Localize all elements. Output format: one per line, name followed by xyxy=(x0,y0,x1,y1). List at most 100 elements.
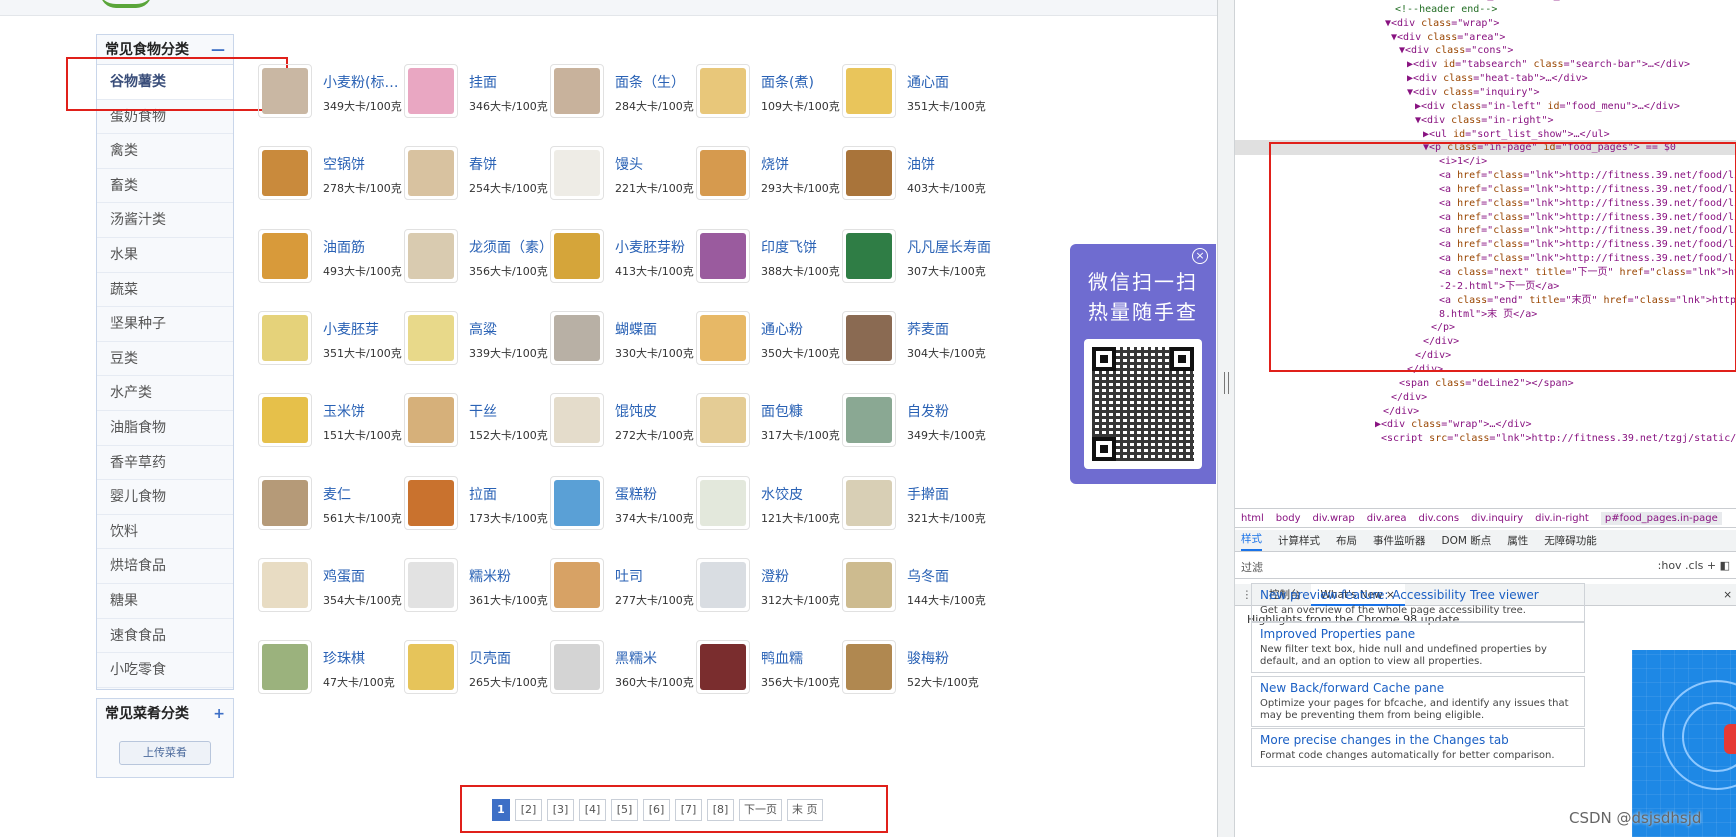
sidebar-item[interactable]: 小吃零食 xyxy=(97,653,233,688)
sidebar-item[interactable]: 禽类 xyxy=(97,134,233,169)
food-item[interactable]: 澄粉 312大卡/100克 xyxy=(696,556,856,620)
dom-node-line[interactable]: -2-2.html">下一页</a> xyxy=(1235,279,1736,294)
styles-subtab[interactable]: DOM 断点 xyxy=(1442,533,1492,548)
dom-node-line[interactable]: </div> xyxy=(1235,362,1736,377)
food-item[interactable]: 自发粉 349大卡/100克 xyxy=(842,391,1002,455)
food-thumbnail[interactable] xyxy=(404,146,458,201)
styles-subtab[interactable]: 属性 xyxy=(1507,533,1528,548)
food-item[interactable]: 吐司 277大卡/100克 xyxy=(550,556,710,620)
food-thumbnail[interactable] xyxy=(696,310,750,365)
food-thumbnail[interactable] xyxy=(842,228,896,283)
food-item[interactable]: 小麦胚芽 351大卡/100克 xyxy=(258,309,418,373)
dom-node-line[interactable]: <a href="class="lnk">http://fitness.39.n… xyxy=(1235,182,1736,197)
food-thumbnail[interactable] xyxy=(550,393,604,448)
breadcrumb-item[interactable]: body xyxy=(1276,513,1301,524)
site-logo[interactable] xyxy=(100,0,152,8)
food-name-link[interactable]: 黑糯米 xyxy=(615,648,699,668)
dom-node-line[interactable]: </div> xyxy=(1235,348,1736,363)
close-drawer-icon[interactable]: × xyxy=(1723,589,1732,601)
food-thumbnail[interactable] xyxy=(404,310,458,365)
food-item[interactable]: 蝴蝶面 330大卡/100克 xyxy=(550,309,710,373)
upload-dish-button[interactable]: 上传菜肴 xyxy=(119,741,211,765)
food-name-link[interactable]: 通心粉 xyxy=(761,319,845,339)
food-item[interactable]: 春饼 254大卡/100克 xyxy=(404,144,564,208)
collapse-icon[interactable]: — xyxy=(211,35,225,65)
food-item[interactable]: 烧饼 293大卡/100克 xyxy=(696,144,856,208)
food-item[interactable]: 面包糠 317大卡/100克 xyxy=(696,391,856,455)
food-thumbnail[interactable] xyxy=(696,228,750,283)
food-thumbnail[interactable] xyxy=(696,557,750,612)
sidebar-item[interactable]: 蔬菜 xyxy=(97,273,233,308)
sidebar-item[interactable]: 速食食品 xyxy=(97,619,233,654)
styles-subtab[interactable]: 事件监听器 xyxy=(1373,533,1426,548)
page-link[interactable]: [6] xyxy=(643,799,670,821)
sidebar-item[interactable]: 香辛草药 xyxy=(97,446,233,481)
food-name-link[interactable]: 龙须面（素） xyxy=(469,237,553,257)
expand-icon[interactable]: + xyxy=(213,699,225,729)
food-item[interactable]: 干丝 152大卡/100克 xyxy=(404,391,564,455)
food-item[interactable]: 黑糯米 360大卡/100克 xyxy=(550,638,710,702)
filter-input[interactable]: 过滤 xyxy=(1241,559,1263,575)
breadcrumb-item[interactable]: div.cons xyxy=(1418,513,1459,524)
sidebar-item[interactable]: 畜类 xyxy=(97,169,233,204)
food-name-link[interactable]: 乌冬面 xyxy=(907,566,991,586)
food-item[interactable]: 面条(煮) 109大卡/100克 xyxy=(696,62,856,126)
dom-node-line[interactable]: <a href="class="lnk">http://fitness.39.n… xyxy=(1235,223,1736,238)
food-name-link[interactable]: 面条(煮) xyxy=(761,72,845,92)
breadcrumb-item[interactable]: html xyxy=(1241,513,1264,524)
sidebar-item[interactable]: 谷物薯类 xyxy=(97,65,233,100)
food-thumbnail[interactable] xyxy=(696,64,750,118)
food-thumbnail[interactable] xyxy=(550,640,604,695)
card-title-link[interactable]: Improved Properties pane xyxy=(1260,627,1576,642)
food-thumbnail[interactable] xyxy=(550,228,604,283)
page-link[interactable]: [2] xyxy=(515,799,542,821)
food-thumbnail[interactable] xyxy=(842,146,896,201)
sidebar-item[interactable]: 汤酱汁类 xyxy=(97,203,233,238)
sidebar-item[interactable]: 饮料 xyxy=(97,515,233,550)
sidebar-item[interactable]: 油脂食物 xyxy=(97,411,233,446)
food-thumbnail[interactable] xyxy=(404,228,458,283)
food-item[interactable]: 蛋糕粉 374大卡/100克 xyxy=(550,474,710,538)
food-name-link[interactable]: 鸡蛋面 xyxy=(323,566,407,586)
food-item[interactable]: 馄饨皮 272大卡/100克 xyxy=(550,391,710,455)
food-thumbnail[interactable] xyxy=(404,557,458,612)
food-item[interactable]: 挂面 346大卡/100克 xyxy=(404,62,564,126)
card-title-link[interactable]: New preview feature: Accessibility Tree … xyxy=(1260,588,1576,603)
dom-node-line[interactable]: ▶<div class="wrap">…</div> xyxy=(1235,417,1736,432)
dom-node-line[interactable]: ▶<div id="tabsearch" class="search-bar">… xyxy=(1235,57,1736,72)
dom-node-line[interactable]: <a class="end" title="末页" href="class="l… xyxy=(1235,293,1736,308)
dom-node-line[interactable]: ▼<div class="cons"> xyxy=(1235,43,1736,58)
food-thumbnail[interactable] xyxy=(842,393,896,448)
food-name-link[interactable]: 拉面 xyxy=(469,484,553,504)
dom-node-line[interactable]: ▶<ul id="sort_list_show">…</ul> xyxy=(1235,127,1736,142)
dom-node-line[interactable]: <i>1</i> xyxy=(1235,154,1736,169)
close-icon[interactable]: × xyxy=(1192,248,1208,264)
dom-node-line[interactable]: </div> xyxy=(1235,334,1736,349)
food-thumbnail[interactable] xyxy=(842,475,896,530)
food-item[interactable]: 糯米粉 361大卡/100克 xyxy=(404,556,564,620)
food-thumbnail[interactable] xyxy=(696,640,750,695)
food-item[interactable]: 鸭血糯 356大卡/100克 xyxy=(696,638,856,702)
food-name-link[interactable]: 油饼 xyxy=(907,154,991,174)
food-name-link[interactable]: 馄饨皮 xyxy=(615,401,699,421)
dom-node-line[interactable]: <!--header end--> xyxy=(1235,2,1736,17)
page-link[interactable]: [5] xyxy=(611,799,638,821)
last-page-button[interactable]: 末 页 xyxy=(787,799,823,821)
dom-node-line[interactable]: 8.html">末 页</a> xyxy=(1235,307,1736,322)
card-title-link[interactable]: More precise changes in the Changes tab xyxy=(1260,733,1576,748)
food-thumbnail[interactable] xyxy=(550,310,604,365)
food-thumbnail[interactable] xyxy=(404,640,458,695)
food-item[interactable]: 油面筋 493大卡/100克 xyxy=(258,227,418,291)
food-name-link[interactable]: 面包糠 xyxy=(761,401,845,421)
food-name-link[interactable]: 通心面 xyxy=(907,72,991,92)
food-item[interactable]: 小麦胚芽粉 413大卡/100克 xyxy=(550,227,710,291)
food-thumbnail[interactable] xyxy=(842,640,896,695)
food-item[interactable]: 馒头 221大卡/100克 xyxy=(550,144,710,208)
food-item[interactable]: 面条（生） 284大卡/100克 xyxy=(550,62,710,126)
dom-node-line[interactable]: <a href="class="lnk">http://fitness.39.n… xyxy=(1235,251,1736,266)
resize-grip-icon[interactable] xyxy=(1224,372,1229,394)
food-item[interactable]: 龙须面（素） 356大卡/100克 xyxy=(404,227,564,291)
breadcrumb-item[interactable]: div.inquiry xyxy=(1471,513,1523,524)
food-name-link[interactable]: 空锅饼 xyxy=(323,154,407,174)
sidebar-item[interactable]: 坚果种子 xyxy=(97,307,233,342)
